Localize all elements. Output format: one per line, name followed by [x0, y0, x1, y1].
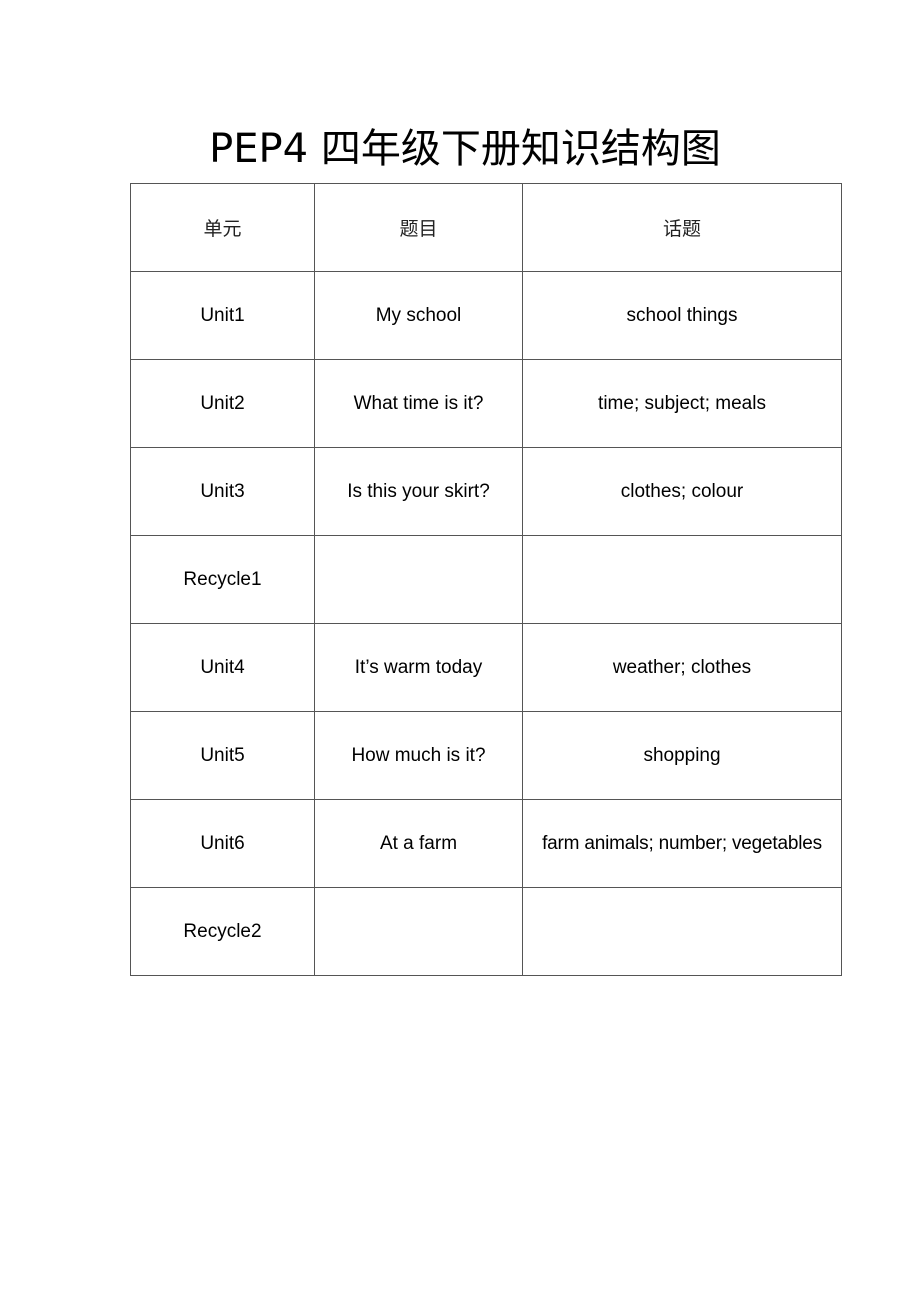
table-row: Unit5 How much is it? shopping: [130, 711, 842, 800]
table-header-row: 单元 题目 话题: [130, 183, 842, 272]
table-row: Unit3 Is this your skirt? clothes; colou…: [130, 447, 842, 536]
table-row: Unit6 At a farm farm animals; number; ve…: [130, 799, 842, 888]
cell-title: Is this your skirt?: [314, 447, 523, 536]
cell-unit: Unit4: [130, 623, 315, 712]
header-unit: 单元: [130, 183, 315, 272]
cell-topic: [522, 887, 842, 976]
table-row: Unit1 My school school things: [130, 271, 842, 360]
cell-topic: shopping: [522, 711, 842, 800]
table-row: Unit4 It’s warm today weather; clothes: [130, 623, 842, 712]
document-title: PEP4 四年级下册知识结构图: [209, 126, 721, 172]
table-row: Recycle2: [130, 887, 842, 976]
cell-topic: clothes; colour: [522, 447, 842, 536]
knowledge-structure-table: 单元 题目 话题 Unit1 My school school things U…: [130, 183, 842, 976]
table-row: Recycle1: [130, 535, 842, 624]
cell-topic: [522, 535, 842, 624]
cell-title: [314, 535, 523, 624]
cell-topic: time; subject; meals: [522, 359, 842, 448]
cell-title: [314, 887, 523, 976]
cell-unit: Unit3: [130, 447, 315, 536]
cell-title: It’s warm today: [314, 623, 523, 712]
cell-unit: Recycle2: [130, 887, 315, 976]
cell-topic: school things: [522, 271, 842, 360]
header-title: 题目: [314, 183, 523, 272]
cell-unit: Unit5: [130, 711, 315, 800]
cell-unit: Unit2: [130, 359, 315, 448]
table-row: Unit2 What time is it? time; subject; me…: [130, 359, 842, 448]
cell-topic: weather; clothes: [522, 623, 842, 712]
cell-title: My school: [314, 271, 523, 360]
cell-topic: farm animals; number; vegetables: [522, 799, 842, 888]
header-topic: 话题: [522, 183, 842, 272]
cell-title: How much is it?: [314, 711, 523, 800]
cell-unit: Unit6: [130, 799, 315, 888]
cell-title: At a farm: [314, 799, 523, 888]
cell-title: What time is it?: [314, 359, 523, 448]
cell-unit: Recycle1: [130, 535, 315, 624]
cell-unit: Unit1: [130, 271, 315, 360]
